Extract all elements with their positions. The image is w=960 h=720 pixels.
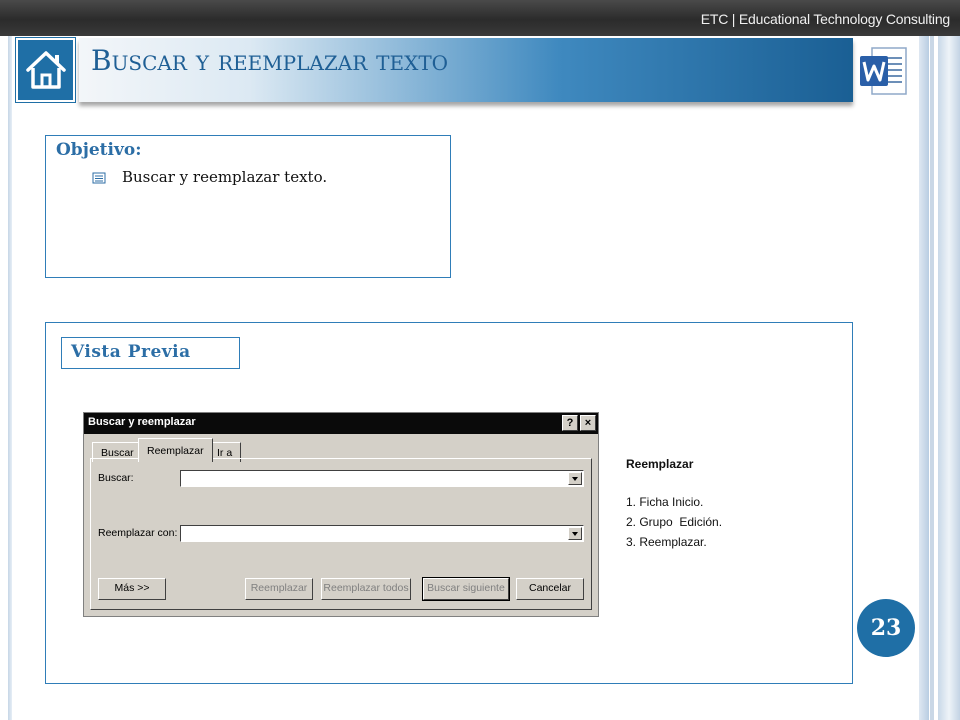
objective-box: Objetivo: Buscar y reemplazar texto. <box>45 135 451 278</box>
instruction-step: 3. Reemplazar. <box>626 535 707 549</box>
preview-label: Vista Previa <box>61 337 240 369</box>
top-banner: ETC | Educational Technology Consulting <box>0 0 960 36</box>
home-button[interactable] <box>15 37 76 103</box>
frame-line-left <box>8 36 12 720</box>
list-bullet-icon <box>92 172 106 184</box>
instructions: Reemplazar 1. Ficha Inicio. 2. Grupo Edi… <box>626 454 722 552</box>
page-title: Buscar y reemplazar texto <box>91 44 449 77</box>
instruction-step: 2. Grupo Edición. <box>626 515 723 529</box>
objective-heading: Objetivo: <box>56 140 142 160</box>
tab-panel <box>90 458 592 610</box>
preview-label-text: Vista Previa <box>71 342 191 362</box>
frame-line-right <box>938 36 960 720</box>
instructions-heading: Reemplazar <box>626 457 694 471</box>
frame-line-right <box>919 36 929 720</box>
dialog-title: Buscar y reemplazar <box>88 416 196 428</box>
word-icon <box>860 47 907 95</box>
dialog-titlebar: Buscar y reemplazar ? × <box>84 413 598 434</box>
brand-text: ETC | Educational Technology Consulting <box>700 11 950 27</box>
page-number-badge: 23 <box>857 599 915 657</box>
close-button[interactable]: × <box>580 415 596 431</box>
instruction-step: 1. Ficha Inicio. <box>626 495 704 509</box>
title-bar: Buscar y reemplazar texto <box>79 38 853 102</box>
help-button[interactable]: ? <box>562 415 578 431</box>
frame-line-right <box>930 36 934 720</box>
tab-reemplazar[interactable]: Reemplazar <box>138 438 213 462</box>
page-number: 23 <box>870 615 902 641</box>
home-icon <box>25 51 66 89</box>
replace-dialog: Buscar y reemplazar ? × Buscar Reemplaza… <box>83 412 599 617</box>
objective-item: Buscar y reemplazar texto. <box>122 168 328 186</box>
preview-box: Vista Previa Buscar y reemplazar ? × Bus… <box>45 322 853 684</box>
